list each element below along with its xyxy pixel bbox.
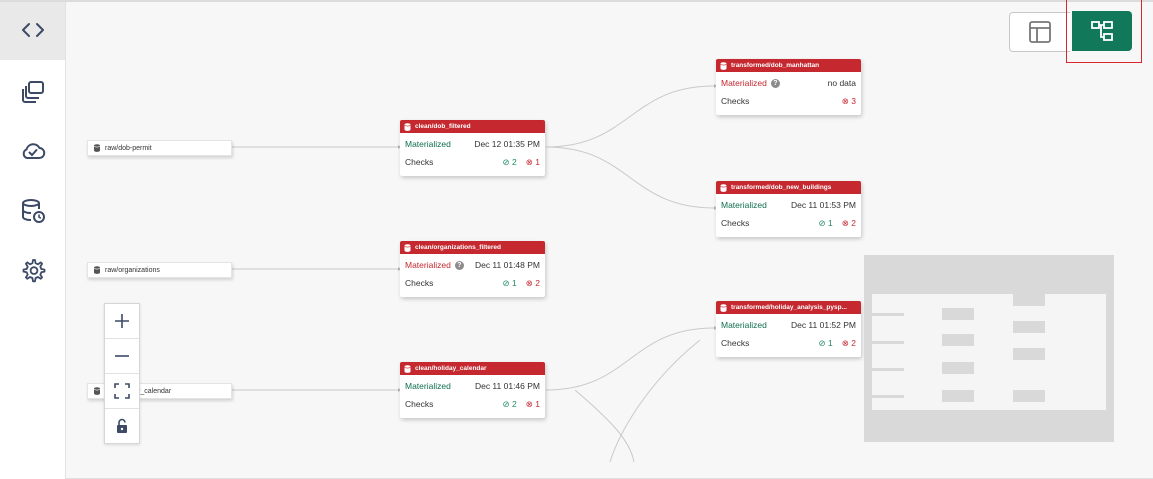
minimap-viewport: [872, 294, 1106, 410]
node-title: clean/holiday_calendar: [415, 365, 487, 372]
materialized-status: Materialized: [405, 381, 451, 391]
fit-view-icon: [114, 383, 130, 399]
node-header: transformed/holiday_analysis_pysp...: [716, 301, 861, 314]
zoom-out-icon: [115, 355, 129, 357]
help-icon[interactable]: ?: [454, 260, 464, 270]
lock-button[interactable]: [105, 409, 139, 443]
fit-view-button[interactable]: [105, 374, 139, 409]
database-icon: [404, 243, 411, 252]
lock-icon: [117, 418, 127, 433]
node-title: transformed/dob_manhattan: [731, 62, 820, 69]
source-label: raw/organizations: [105, 266, 160, 274]
database-icon: [94, 266, 100, 274]
fail-icon: ⊗: [841, 217, 849, 228]
minimap-node: [942, 308, 974, 320]
materialized-status: Materialized: [405, 260, 451, 270]
fail-icon: ⊗: [525, 277, 533, 288]
pass-icon: ⊘: [502, 156, 510, 167]
minimap-node: [1013, 321, 1045, 333]
materialized-status: Materialized: [721, 200, 767, 210]
node-title: transformed/dob_new_buildings: [731, 184, 832, 191]
model-node[interactable]: transformed/dob_manhattan Materialized? n…: [716, 59, 861, 115]
database-icon: [94, 387, 100, 395]
model-node[interactable]: transformed/dob_new_buildings Materializ…: [716, 181, 861, 237]
pass-icon: ⊘: [818, 337, 826, 348]
zoom-in-icon: [115, 314, 129, 328]
database-icon: [94, 144, 100, 152]
checks-failed: ⊗ 2: [525, 277, 540, 288]
minimap-node: [942, 334, 974, 346]
checks-failed: ⊗ 3: [841, 95, 856, 106]
minimap-node: [1013, 294, 1045, 306]
model-node[interactable]: transformed/holiday_analysis_pysp... Mat…: [716, 301, 861, 357]
materialized-date: Dec 11 01:52 PM: [790, 320, 856, 330]
checks-passed: ⊘ 1: [818, 217, 833, 228]
source-node[interactable]: raw/dob-permit: [87, 140, 232, 156]
checks-label: Checks: [721, 218, 750, 228]
checks-label: Checks: [405, 157, 434, 167]
model-node[interactable]: clean/dob_filtered Materialized Dec 12 01…: [400, 120, 545, 176]
materialized-date: Dec 11 01:53 PM: [790, 200, 856, 210]
database-icon: [404, 122, 411, 131]
minimap-node: [872, 313, 904, 316]
checks-label: Checks: [721, 338, 750, 348]
checks-failed: ⊗ 1: [525, 156, 540, 167]
node-title: clean/dob_filtered: [415, 123, 471, 130]
node-header: transformed/dob_new_buildings: [716, 181, 861, 194]
minimap-node: [872, 368, 904, 371]
help-icon[interactable]: ?: [770, 78, 780, 88]
checks-failed: ⊗ 1: [525, 398, 540, 409]
node-title: transformed/holiday_analysis_pysp...: [731, 304, 847, 311]
checks-label: Checks: [721, 96, 750, 106]
database-icon: [720, 61, 727, 70]
checks-label: Checks: [405, 278, 434, 288]
model-node[interactable]: clean/organizations_filtered Materialize…: [400, 241, 545, 297]
materialized-status: Materialized: [721, 320, 767, 330]
fail-icon: ⊗: [841, 337, 849, 348]
source-label: raw/dob-permit: [105, 144, 152, 152]
database-icon: [720, 303, 727, 312]
node-header: clean/dob_filtered: [400, 120, 545, 133]
materialized-date: no data: [827, 78, 856, 88]
highlight-box: [1066, 0, 1142, 63]
materialized-date: Dec 11 01:48 PM: [474, 260, 540, 270]
checks-passed: ⊘ 1: [818, 337, 833, 348]
minimap-node: [872, 341, 904, 344]
checks-label: Checks: [405, 399, 434, 409]
checks-failed: ⊗ 2: [841, 217, 856, 228]
pass-icon: ⊘: [818, 217, 826, 228]
node-header: clean/organizations_filtered: [400, 241, 545, 254]
fail-icon: ⊗: [841, 95, 849, 106]
zoom-out-button[interactable]: [105, 339, 139, 374]
materialized-date: Dec 12 01:35 PM: [474, 139, 540, 149]
minimap-node: [942, 362, 974, 374]
fail-icon: ⊗: [525, 156, 533, 167]
database-icon: [404, 364, 411, 373]
source-node[interactable]: raw/organizations: [87, 262, 232, 278]
minimap-node: [942, 390, 974, 402]
node-title: clean/organizations_filtered: [415, 244, 501, 251]
database-icon: [720, 183, 727, 192]
checks-failed: ⊗ 2: [841, 337, 856, 348]
materialized-status: Materialized: [721, 78, 767, 88]
node-header: clean/holiday_calendar: [400, 362, 545, 375]
table-view-icon: [1029, 21, 1051, 43]
checks-passed: ⊘ 2: [502, 398, 517, 409]
minimap-node: [1013, 390, 1045, 402]
zoom-in-button[interactable]: [105, 304, 139, 339]
pass-icon: ⊘: [502, 398, 510, 409]
materialized-date: Dec 11 01:46 PM: [474, 381, 540, 391]
pass-icon: ⊘: [502, 277, 510, 288]
table-view-button[interactable]: [1009, 12, 1070, 52]
checks-passed: ⊘ 2: [502, 156, 517, 167]
flow-controls: [104, 303, 140, 444]
materialized-status: Materialized: [405, 139, 451, 149]
checks-passed: ⊘ 1: [502, 277, 517, 288]
minimap[interactable]: [864, 255, 1114, 442]
minimap-node: [872, 395, 904, 398]
fail-icon: ⊗: [525, 398, 533, 409]
minimap-node: [1013, 348, 1045, 360]
model-node[interactable]: clean/holiday_calendar Materialized Dec 1…: [400, 362, 545, 418]
node-header: transformed/dob_manhattan: [716, 59, 861, 72]
